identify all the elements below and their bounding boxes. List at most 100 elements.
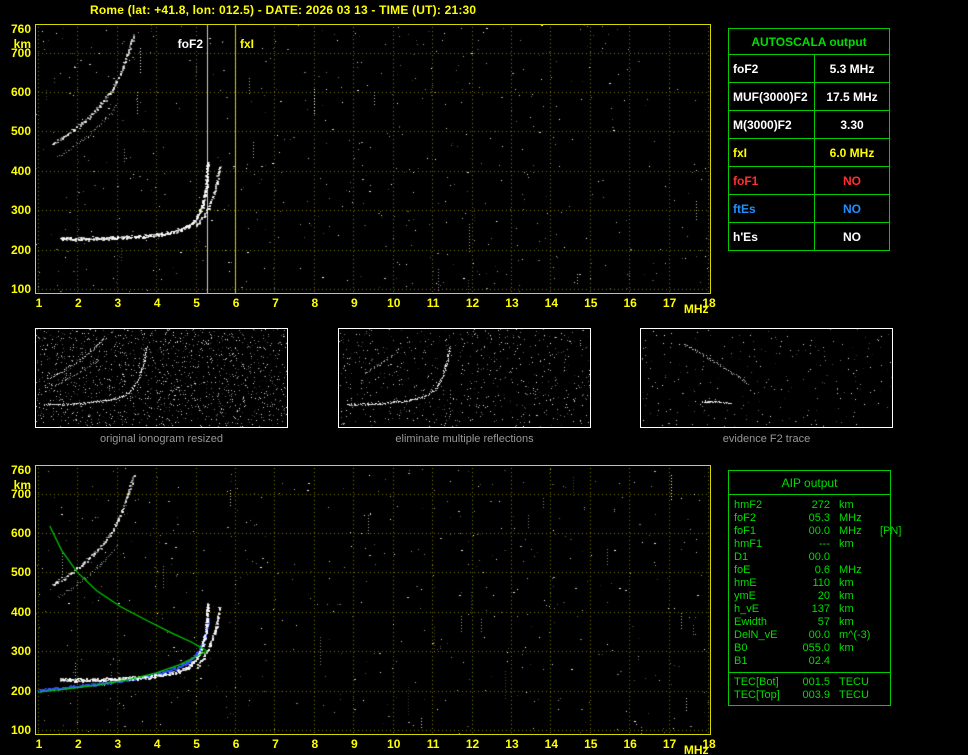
ionogram-canvas-bottom (36, 466, 710, 734)
ionogram-plot-bottom: 760 700 600 500 400 300 200 100 km 1 2 3 4 5 6 7 8 9 10 11 1… (11, 464, 716, 755)
x-axis-tick-label: 10 (387, 296, 401, 310)
parameter-label: hmF2 (734, 499, 763, 511)
y-axis-tick-label: 100 (10, 282, 31, 297)
autoscala-row-fof1: foF1 NO (729, 167, 889, 195)
parameter-label: B0 (734, 642, 748, 654)
parameter-value: 05.3 (808, 512, 830, 524)
parameter-unit: km (839, 603, 854, 615)
parameter-unit: km (839, 499, 854, 511)
parameter-label: TEC[Bot] (734, 676, 779, 688)
autoscala-table-title: AUTOSCALA output (729, 29, 889, 55)
thumbnail-caption: eliminate multiple reflections (395, 433, 534, 445)
parameter-value: 5.3 MHz (829, 62, 875, 76)
x-axis-tick-label: 3 (114, 737, 122, 751)
parameter-unit: TECU (839, 689, 869, 701)
autoscala-window: Rome (lat: +41.8, lon: 012.5) - DATE: 20… (0, 0, 968, 755)
parameter-value: 00.0 (808, 629, 830, 641)
x-axis-tick-label: 1 (35, 737, 43, 751)
aip-row-hme: hmE 110 km (729, 577, 890, 590)
aip-row-fof2: foF2 05.3 MHz (729, 512, 890, 525)
parameter-value: 272 (811, 499, 830, 511)
parameter-value: NO (843, 202, 861, 216)
parameter-extra (880, 590, 890, 603)
y-axis-tick-label: 400 (10, 604, 31, 619)
thumbnail-original-canvas (36, 329, 287, 427)
parameter-label: hmE (734, 577, 757, 589)
x-axis-tick-label: 7 (272, 737, 279, 751)
x-axis-unit-label: MHz (683, 743, 709, 755)
parameter-unit: MHz (839, 564, 862, 576)
aip-table-rows: hmF2 272 km foF2 05.3 MHz foF1 00.0 MHz [PN] hmF1 -… (729, 499, 901, 668)
parameter-extra (880, 655, 890, 668)
aip-output-table: AIP output hmF2 272 km foF2 05.3 MHz foF1 00.0 M… (728, 470, 901, 706)
y-axis-tick-label: 500 (10, 124, 31, 139)
aip-row-b1: B1 02.4 (729, 655, 890, 668)
aip-row-hmf2: hmF2 272 km (729, 499, 890, 512)
aip-row-ewidth: Ewidth 57 km (729, 616, 890, 629)
parameter-extra (880, 577, 890, 590)
parameter-extra: [PN] (880, 525, 902, 537)
parameter-unit: km (839, 590, 854, 602)
autoscala-row-ftes: ftEs NO (729, 195, 889, 223)
x-axis-unit-label: MHz (683, 302, 709, 316)
parameter-value: 57 (817, 616, 830, 628)
x-axis-tick-label: 9 (350, 296, 358, 310)
parameter-label: ftEs (729, 195, 815, 222)
x-axis-tick-label: 5 (193, 737, 200, 751)
parameter-unit: km (839, 642, 854, 654)
aip-row-b0: B0 055.0 km (729, 642, 890, 655)
x-axis-tick-label: 11 (426, 296, 440, 310)
parameter-label: D1 (734, 551, 749, 563)
parameter-label: fxI (729, 139, 815, 166)
autoscala-row-hes: h'Es NO (729, 223, 889, 250)
parameter-extra (880, 616, 890, 629)
parameter-label: M(3000)F2 (729, 111, 815, 138)
parameter-extra (880, 676, 890, 689)
parameter-extra (880, 551, 890, 564)
autoscala-row-muf3000f2: MUF(3000)F2 17.5 MHz (729, 83, 889, 111)
parameter-value: 001.5 (802, 676, 830, 688)
parameter-value: 110 (812, 577, 830, 589)
x-axis-tick-label: 6 (232, 296, 240, 310)
aip-row-tecbot: TEC[Bot] 001.5 TECU (729, 676, 890, 689)
aip-row-fof1: foF1 00.0 MHz [PN] (729, 525, 901, 538)
aip-tec-rows: TEC[Bot] 001.5 TECU TEC[Top] 003.9 TECU (729, 672, 890, 702)
parameter-value: NO (843, 230, 861, 244)
parameter-label: foF2 (734, 512, 757, 524)
x-axis-tick-label: 12 (465, 296, 480, 310)
x-axis-tick-label: 8 (311, 296, 319, 310)
parameter-extra (880, 499, 890, 512)
x-axis-tick-label: 7 (272, 296, 279, 310)
aip-row-foe: foE 0.6 MHz (729, 564, 890, 577)
y-axis-tick-label: 300 (10, 644, 31, 659)
parameter-extra (880, 564, 890, 577)
parameter-value: 0.6 (814, 564, 830, 576)
parameter-label: TEC[Top] (734, 689, 780, 701)
y-axis-tick-label: 100 (10, 723, 31, 738)
parameter-label: foE (734, 564, 751, 576)
thumbnail-f2-evidence: evidence F2 trace (640, 328, 893, 445)
parameter-extra (880, 689, 890, 702)
y-axis-tick-label: 760 (10, 21, 31, 36)
thumbnail-multiples-canvas (339, 329, 590, 427)
x-axis-tick-label: 11 (426, 737, 440, 751)
parameter-value: 17.5 MHz (826, 90, 878, 104)
parameter-label: DelN_vE (734, 629, 778, 641)
parameter-unit: TECU (839, 676, 869, 688)
parameter-label: MUF(3000)F2 (729, 83, 815, 110)
x-axis-tick-label: 3 (114, 296, 122, 310)
x-axis-tick-label: 15 (584, 296, 598, 310)
y-axis-tick-label: 600 (10, 85, 31, 99)
parameter-value: 3.30 (840, 118, 864, 132)
y-axis-tick-label: 500 (10, 565, 31, 580)
y-axis-tick-label: 300 (10, 203, 31, 218)
thumbnail-caption: original ionogram resized (100, 433, 223, 445)
marker-label-fxi: fxI (240, 37, 255, 51)
x-axis-tick-label: 12 (465, 737, 480, 751)
parameter-value: 055.0 (802, 642, 830, 654)
autoscala-row-fxi: fxI 6.0 MHz (729, 139, 889, 167)
x-axis-tick-label: 16 (623, 737, 637, 751)
y-axis-unit-label: km (13, 477, 31, 492)
parameter-label: h_vE (734, 603, 760, 615)
parameter-value: 003.9 (802, 689, 830, 701)
